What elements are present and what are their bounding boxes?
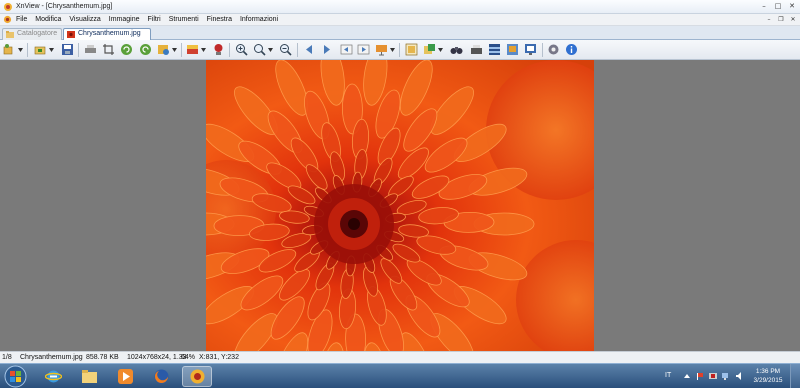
separator: [542, 43, 543, 57]
chevron-down-icon[interactable]: [390, 48, 395, 52]
menu-finestra[interactable]: Finestra: [207, 16, 232, 23]
browser-icon[interactable]: [3, 43, 16, 56]
xnview-icon[interactable]: [182, 366, 212, 387]
fullscreen-icon[interactable]: [405, 43, 418, 56]
mdi-close-button[interactable]: ✕: [788, 15, 798, 24]
open-folder-icon[interactable]: [34, 43, 47, 56]
first-page-icon[interactable]: [340, 43, 353, 56]
info-icon[interactable]: [565, 43, 578, 56]
screen-icon[interactable]: [524, 43, 537, 56]
tab-catalogatore[interactable]: Catalogatore: [2, 28, 62, 40]
image-icon: [67, 31, 75, 38]
stamp-icon[interactable]: [212, 43, 225, 56]
rotate-left-icon[interactable]: [120, 43, 133, 56]
show-desktop-button[interactable]: [790, 364, 800, 388]
print-preview-icon[interactable]: [84, 43, 97, 56]
separator: [78, 43, 79, 57]
start-button-icon[interactable]: [4, 365, 27, 388]
tab-label: Chrysanthemum.jpg: [78, 30, 141, 37]
chevron-down-icon[interactable]: [201, 48, 206, 52]
status-index: 1/8: [2, 354, 12, 361]
slideshow-icon[interactable]: [375, 43, 388, 56]
settings-icon[interactable]: [547, 43, 560, 56]
mdi-minimize-button[interactable]: –: [764, 15, 774, 24]
internet-explorer-icon[interactable]: [38, 366, 68, 387]
xnview-menu-icon[interactable]: [3, 15, 12, 24]
previous-icon[interactable]: [303, 43, 316, 56]
chevron-down-icon[interactable]: [438, 48, 443, 52]
binoculars-icon[interactable]: [450, 43, 463, 56]
zoom-out-icon[interactable]: [279, 43, 292, 56]
network-icon[interactable]: [722, 372, 730, 380]
tray-app-icon[interactable]: [709, 372, 717, 380]
adjust-icon[interactable]: [186, 43, 199, 56]
zoom-in-icon[interactable]: [235, 43, 248, 56]
clock-date: 3/29/2015: [753, 377, 783, 384]
language-indicator[interactable]: IT: [665, 372, 671, 379]
menu-bar: File Modifica Visualizza Immagine Filtri…: [0, 14, 800, 26]
action-center-flag-icon[interactable]: [696, 372, 704, 380]
flower-image: [206, 60, 594, 351]
last-page-icon[interactable]: [357, 43, 370, 56]
clock-time: 1:36 PM: [755, 368, 781, 375]
system-clock[interactable]: 1:36 PM 3/29/2015: [752, 367, 784, 385]
xnview-logo-icon: [4, 3, 12, 11]
status-bar: 1/8 Chrysanthemum.jpg 858.78 KB 1024x768…: [0, 351, 800, 363]
rotate-right-icon[interactable]: [139, 43, 152, 56]
show-hidden-icons-icon[interactable]: [683, 372, 691, 380]
minimize-button[interactable]: –: [758, 1, 770, 11]
separator: [229, 43, 230, 57]
window-title: XnView - [Chrysanthemum.jpg]: [16, 3, 113, 10]
folder-icon: [6, 31, 14, 38]
maximize-button[interactable]: □: [772, 1, 784, 11]
mdi-restore-button[interactable]: ❐: [776, 15, 786, 24]
effects-icon[interactable]: [157, 43, 170, 56]
scanner-icon[interactable]: [470, 43, 483, 56]
status-filename: Chrysanthemum.jpg: [20, 354, 83, 361]
capture-icon[interactable]: [506, 43, 519, 56]
status-dimensions: 1024x768x24, 1.33: [127, 354, 187, 361]
chevron-down-icon[interactable]: [268, 48, 273, 52]
status-coords: X:831, Y:232: [199, 354, 239, 361]
separator: [27, 43, 28, 57]
zoom-icon[interactable]: [253, 43, 266, 56]
menu-visualizza[interactable]: Visualizza: [69, 16, 100, 23]
volume-icon[interactable]: [736, 372, 744, 380]
chrysanthemum-photo[interactable]: [206, 60, 594, 351]
next-icon[interactable]: [320, 43, 333, 56]
menu-strumenti[interactable]: Strumenti: [169, 16, 199, 23]
separator: [181, 43, 182, 57]
film-strip-icon[interactable]: [488, 43, 501, 56]
title-bar: XnView - [Chrysanthemum.jpg] – □ ✕: [0, 0, 800, 14]
menu-informazioni[interactable]: Informazioni: [240, 16, 278, 23]
save-icon[interactable]: [61, 43, 74, 56]
media-player-icon[interactable]: [110, 366, 140, 387]
menu-file[interactable]: File: [16, 16, 27, 23]
tab-bar: Catalogatore Chrysanthemum.jpg: [0, 26, 800, 40]
chevron-down-icon[interactable]: [18, 48, 23, 52]
tab-chrysanthemum[interactable]: Chrysanthemum.jpg: [63, 28, 151, 40]
chevron-down-icon[interactable]: [49, 48, 54, 52]
menu-filtri[interactable]: Filtri: [147, 16, 160, 23]
menu-modifica[interactable]: Modifica: [35, 16, 61, 23]
chevron-down-icon[interactable]: [172, 48, 177, 52]
firefox-icon[interactable]: [146, 366, 176, 387]
image-viewer[interactable]: [0, 60, 800, 351]
separator: [399, 43, 400, 57]
file-explorer-icon[interactable]: [74, 366, 104, 387]
close-button[interactable]: ✕: [786, 1, 798, 11]
status-filesize: 858.78 KB: [86, 354, 119, 361]
separator: [297, 43, 298, 57]
taskbar: IT 1:36 PM 3/29/2015: [0, 363, 800, 388]
tab-label: Catalogatore: [17, 30, 58, 37]
crop-icon[interactable]: [102, 43, 115, 56]
convert-icon[interactable]: [423, 43, 436, 56]
status-zoom: 64%: [181, 354, 196, 361]
toolbar: [0, 40, 800, 60]
menu-immagine[interactable]: Immagine: [109, 16, 140, 23]
